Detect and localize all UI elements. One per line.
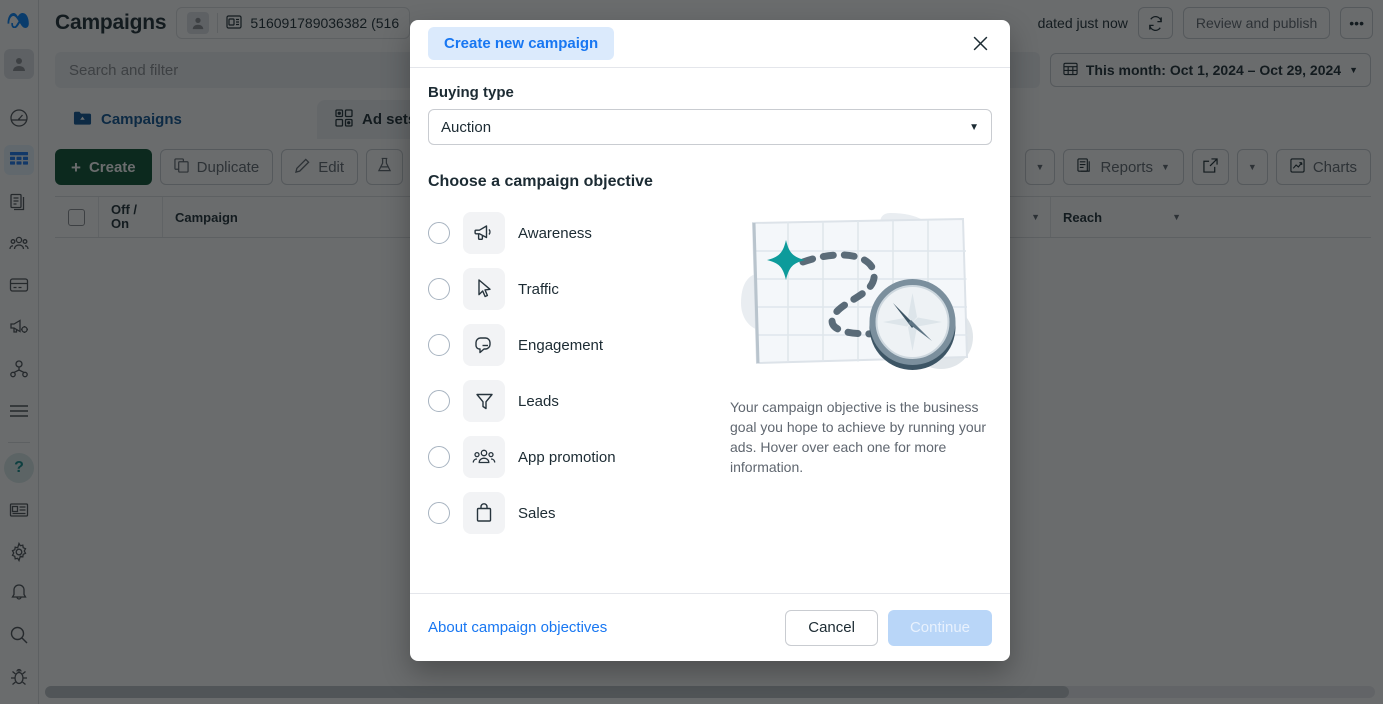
cursor-arrow-icon: [463, 268, 505, 310]
objective-label: Engagement: [518, 337, 603, 354]
objective-section-title: Choose a campaign objective: [428, 173, 992, 191]
objective-info-text: Your campaign objective is the business …: [730, 397, 992, 477]
objective-option-leads[interactable]: Leads: [428, 373, 720, 429]
megaphone-icon: [463, 212, 505, 254]
objective-radio[interactable]: [428, 278, 450, 300]
objective-option-awareness[interactable]: Awareness: [428, 205, 720, 261]
chevron-down-icon: ▼: [969, 122, 979, 133]
objective-radio[interactable]: [428, 390, 450, 412]
map-compass-illustration: [730, 205, 992, 385]
funnel-icon: [463, 380, 505, 422]
objective-option-sales[interactable]: Sales: [428, 485, 720, 541]
objective-label: Sales: [518, 505, 556, 522]
objective-radio[interactable]: [428, 222, 450, 244]
dialog-footer: About campaign objectives Cancel Continu…: [410, 593, 1010, 661]
objective-option-traffic[interactable]: Traffic: [428, 261, 720, 317]
objective-columns: Awareness Traffic Enga: [428, 195, 992, 541]
objective-label: App promotion: [518, 449, 616, 466]
objective-label: Traffic: [518, 281, 559, 298]
dialog-header: Create new campaign: [410, 20, 1010, 68]
screen: ? Campaigns: [0, 0, 1383, 704]
shopping-bag-icon: [463, 492, 505, 534]
footer-actions: Cancel Continue: [785, 610, 992, 646]
about-campaign-objectives-link[interactable]: About campaign objectives: [428, 619, 607, 636]
objective-label: Awareness: [518, 225, 592, 242]
objective-option-app-promotion[interactable]: App promotion: [428, 429, 720, 485]
create-campaign-dialog: Create new campaign Buying type Auction …: [410, 20, 1010, 661]
objective-option-engagement[interactable]: Engagement: [428, 317, 720, 373]
close-icon[interactable]: [964, 28, 996, 60]
buying-type-select[interactable]: Auction ▼: [428, 109, 992, 145]
chat-bubbles-icon: [463, 324, 505, 366]
buying-type-label: Buying type: [428, 84, 992, 101]
buying-type-value: Auction: [441, 119, 491, 136]
objective-radio[interactable]: [428, 334, 450, 356]
continue-button: Continue: [888, 610, 992, 646]
objective-label: Leads: [518, 393, 559, 410]
cancel-button[interactable]: Cancel: [785, 610, 878, 646]
objective-radio[interactable]: [428, 502, 450, 524]
objective-radio[interactable]: [428, 446, 450, 468]
dialog-body: Buying type Auction ▼ Choose a campaign …: [410, 68, 1010, 593]
dialog-title: Create new campaign: [428, 27, 614, 60]
objective-list: Awareness Traffic Enga: [428, 195, 720, 541]
objective-info-panel: Your campaign objective is the business …: [730, 195, 992, 541]
people-group-icon: [463, 436, 505, 478]
